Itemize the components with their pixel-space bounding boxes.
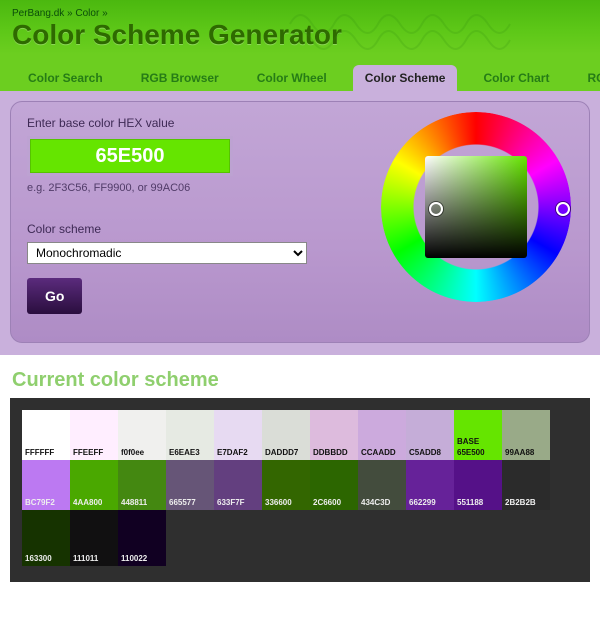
swatch-label: BC79F2 [25, 498, 55, 507]
swatch-label: 2B2B2B [505, 498, 536, 507]
swatch-label: 4AA800 [73, 498, 102, 507]
scheme-heading: Current color scheme [12, 369, 600, 392]
swatch[interactable]: BASE 65E500 [454, 410, 502, 460]
swatch[interactable]: f0f0ee [118, 410, 166, 460]
swatch[interactable]: 110022 [118, 510, 166, 566]
hue-handle-icon[interactable] [556, 202, 570, 216]
crumb-section[interactable]: Color [75, 8, 99, 19]
tab-color-search[interactable]: Color Search [16, 65, 115, 91]
swatch[interactable]: 434C3D [358, 460, 406, 510]
swatch[interactable]: 662299 [406, 460, 454, 510]
swatch-board: FFFFFF FFEEFF f0f0ee E6EAE3 E7DAF2 DADDD7 DDBB… [10, 398, 590, 582]
swatch[interactable]: FFFFFF [22, 410, 70, 460]
swatch[interactable]: C5ADD8 [406, 410, 454, 460]
tab-rgb-grid[interactable]: RGB Gr [575, 65, 600, 91]
swatch-label: DDBBDD [313, 448, 348, 457]
swatch[interactable]: 2B2B2B [502, 460, 550, 510]
swatch-row: FFFFFF FFEEFF f0f0ee E6EAE3 E7DAF2 DADDD7 DDBB… [22, 410, 578, 460]
swatch[interactable]: 99AA88 [502, 410, 550, 460]
swatch-label: 110022 [121, 554, 147, 563]
tab-strip: Color Search RGB Browser Color Wheel Col… [12, 61, 588, 91]
swatch[interactable]: 665577 [166, 460, 214, 510]
go-button[interactable]: Go [27, 278, 82, 314]
header-banner: PerBang.dk » Color » Color Scheme Genera… [0, 0, 600, 91]
swatch-label: E7DAF2 [217, 448, 248, 457]
swatch[interactable]: CCAADD [358, 410, 406, 460]
swatch-label: E6EAE3 [169, 448, 200, 457]
crumb-site[interactable]: PerBang.dk [12, 8, 64, 19]
swatch[interactable]: 4AA800 [70, 460, 118, 510]
swatch-label: 163300 [25, 554, 52, 563]
hex-input[interactable]: 65E500 [27, 136, 233, 176]
swatch-label: 434C3D [361, 498, 390, 507]
swatch-label: 551188 [457, 498, 483, 507]
swatch-label: 633F7F [217, 498, 245, 507]
swatch-label: 336600 [265, 498, 292, 507]
swatch-label: FFFFFF [25, 448, 54, 457]
swatch[interactable]: 336600 [262, 460, 310, 510]
swatch[interactable]: 111011 [70, 510, 118, 566]
swatch-label: f0f0ee [121, 448, 144, 457]
swatch[interactable]: 163300 [22, 510, 70, 566]
sv-handle-icon[interactable] [429, 202, 443, 216]
swatch-label: FFEEFF [73, 448, 103, 457]
swatch-label: 448811 [121, 498, 147, 507]
tab-color-scheme[interactable]: Color Scheme [353, 65, 458, 91]
swatch-label: 665577 [169, 498, 196, 507]
swatch[interactable]: DADDD7 [262, 410, 310, 460]
color-wheel[interactable] [381, 112, 571, 302]
swatch[interactable]: 2C6600 [310, 460, 358, 510]
swatch-label: 2C6600 [313, 498, 341, 507]
swatch[interactable]: E6EAE3 [166, 410, 214, 460]
swatch[interactable]: BC79F2 [22, 460, 70, 510]
swatch-label: C5ADD8 [409, 448, 441, 457]
scheme-select[interactable]: Monochromadic [27, 242, 307, 264]
swatch[interactable]: 633F7F [214, 460, 262, 510]
tab-color-chart[interactable]: Color Chart [471, 65, 561, 91]
swatch-label: 65E500 [457, 448, 485, 457]
swatch[interactable]: 448811 [118, 460, 166, 510]
swatch[interactable]: E7DAF2 [214, 410, 262, 460]
swatch-label: 662299 [409, 498, 436, 507]
panel-area: Enter base color HEX value 65E500 e.g. 2… [0, 91, 600, 355]
swatch[interactable]: FFEEFF [70, 410, 118, 460]
swatch-row: BC79F2 4AA800 448811 665577 633F7F 336600 2C66… [22, 460, 578, 510]
base-tag: BASE [457, 437, 479, 446]
tab-rgb-browser[interactable]: RGB Browser [129, 65, 231, 91]
swatch-label: CCAADD [361, 448, 396, 457]
tab-color-wheel[interactable]: Color Wheel [245, 65, 339, 91]
swatch[interactable]: 551188 [454, 460, 502, 510]
swatch-row: 163300 111011 110022 [22, 510, 578, 566]
swatch[interactable]: DDBBDD [310, 410, 358, 460]
swatch-label: DADDD7 [265, 448, 298, 457]
swatch-label: 111011 [73, 554, 98, 563]
control-panel: Enter base color HEX value 65E500 e.g. 2… [10, 101, 590, 343]
swatch-label: 99AA88 [505, 448, 534, 457]
